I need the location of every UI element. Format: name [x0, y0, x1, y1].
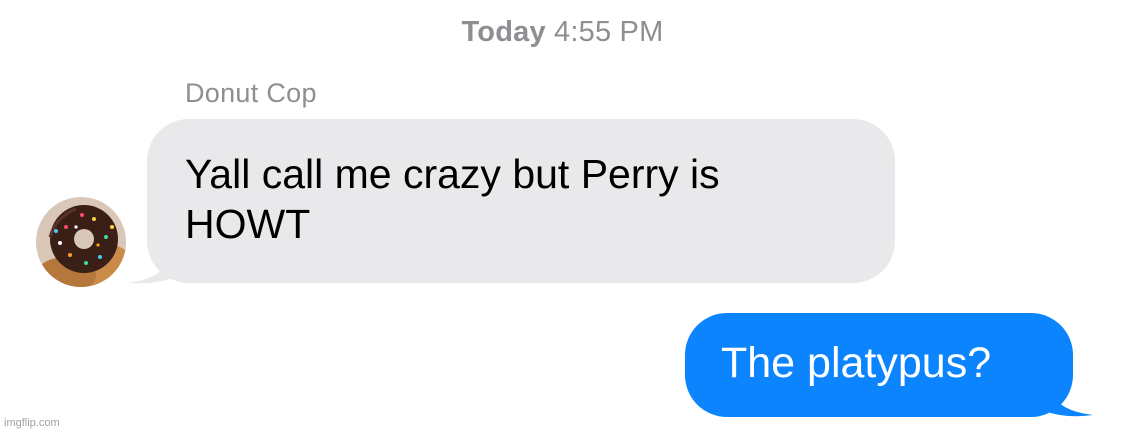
watermark: imgflip.com: [4, 417, 60, 429]
timestamp-day: Today: [461, 16, 546, 48]
message-thread: Today 4:55 PM Donut Cop Yall call me cra…: [0, 0, 1125, 433]
outgoing-message-text: The platypus?: [721, 339, 992, 387]
conversation-timestamp: Today 4:55 PM: [0, 16, 1125, 49]
sender-name: Donut Cop: [185, 78, 317, 108]
incoming-message-bubble[interactable]: Yall call me crazy but Perry is HOWT: [127, 119, 895, 284]
donut-avatar-icon[interactable]: [36, 197, 126, 287]
outgoing-message-bubble[interactable]: The platypus?: [685, 313, 1093, 417]
timestamp-time: 4:55 PM: [554, 16, 664, 48]
incoming-message-text: Yall call me crazy but Perry is HOWT: [185, 151, 720, 247]
